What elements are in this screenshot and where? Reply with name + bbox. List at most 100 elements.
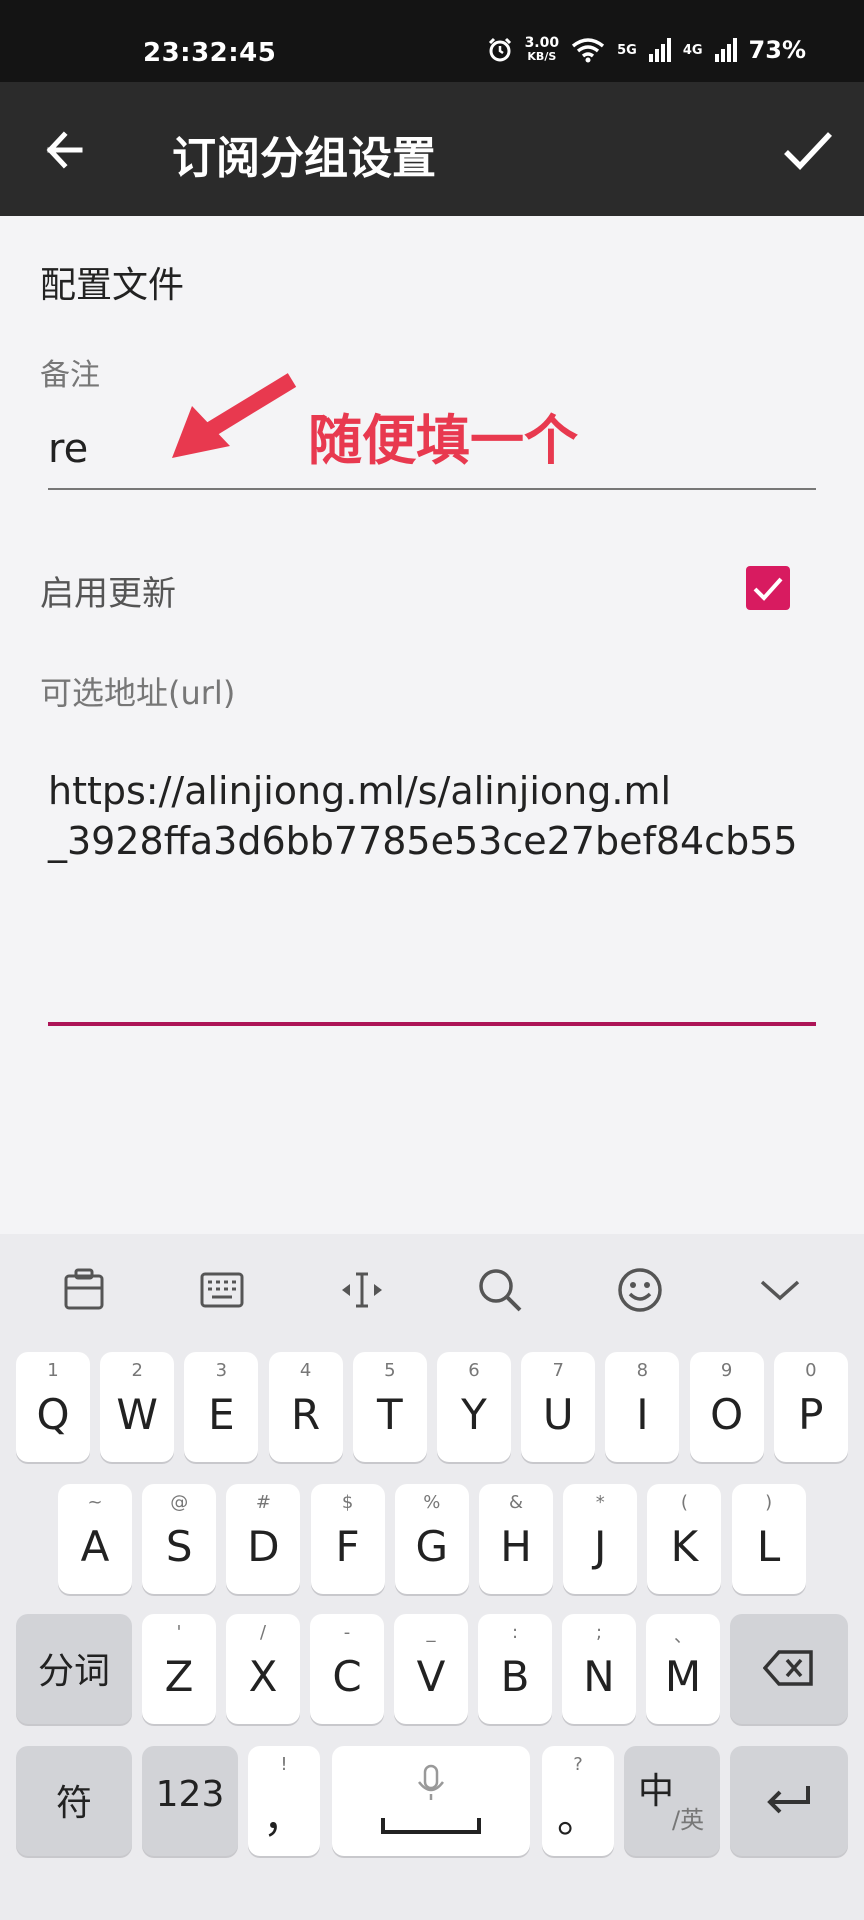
period-key[interactable]: ? 。 [542,1746,614,1856]
numbers-key[interactable]: 123 [142,1746,238,1856]
segment-key[interactable]: 分词 [16,1614,132,1724]
key-s[interactable]: @ S [142,1484,217,1594]
remark-label: 备注 [40,358,100,393]
key-u[interactable]: 7U [521,1352,596,1462]
enter-icon [767,1786,810,1814]
key-sub-label: ( [680,1492,688,1513]
backspace-icon [763,1650,813,1686]
key-label: B [500,1652,530,1701]
key-label: M [664,1652,702,1701]
signal-icon [714,38,737,62]
key-v[interactable]: _ V [394,1614,468,1724]
key-d[interactable]: # D [226,1484,301,1594]
period-key-sub: ? [573,1754,583,1775]
key-l[interactable]: ) L [731,1484,806,1594]
key-r[interactable]: 4R [268,1352,343,1462]
key-sub-label: 0 [805,1360,817,1381]
numbers-key-label: 123 [155,1774,225,1815]
backspace-key[interactable] [730,1614,848,1724]
key-g[interactable]: % G [394,1484,469,1594]
key-a[interactable]: ~ A [58,1484,132,1594]
url-label: 可选地址(url) [40,674,236,712]
key-j[interactable]: * J [563,1484,638,1594]
network-type-5g: 5G [617,42,637,58]
key-sub-label: @ [170,1492,189,1513]
check-icon [753,577,783,601]
key-sub-label: 7 [552,1360,564,1381]
key-c[interactable]: -C [310,1614,384,1724]
alarm-icon [488,37,511,62]
enable-update-checkbox[interactable] [746,566,790,610]
language-switch-sub: /英 [672,1806,705,1834]
key-sub-label: ~ [87,1492,103,1513]
key-sub-label: - [343,1622,351,1643]
key-label: F [335,1522,360,1571]
enter-key[interactable] [730,1746,848,1856]
key-sub-label: 1 [47,1360,59,1381]
key-sub-label: 8 [636,1360,649,1381]
cursor-move-icon[interactable] [336,1264,388,1316]
annotation-arrow-icon [172,373,297,458]
language-switch-main: 中 [638,1771,675,1812]
keyboard-icon[interactable] [196,1264,248,1316]
key-q[interactable]: 1Q [16,1352,90,1462]
emoji-icon[interactable] [614,1264,666,1316]
key-label: A [80,1522,110,1571]
key-label: G [415,1522,449,1571]
section-title: 配置文件 [40,265,185,306]
key-t[interactable]: 5T [352,1352,427,1462]
key-sub-label: ; [595,1622,603,1643]
comma-key-sub: ! [280,1754,288,1775]
key-label: E [208,1390,235,1439]
symbols-key[interactable]: 符 [16,1746,132,1856]
key-label: S [165,1522,193,1571]
key-label: P [798,1390,824,1439]
page-title: 订阅分组设置 [172,133,436,184]
annotation-text: 随便填一个 [308,409,578,472]
key-sub-label: # [255,1492,271,1513]
key-label: Z [164,1652,194,1701]
key-sub-label: _ [426,1622,436,1643]
key-o[interactable]: 9O [689,1352,764,1462]
language-switch-key[interactable]: 中 /英 [624,1746,720,1856]
key-label: U [542,1390,574,1439]
key-sub-label: $ [341,1492,354,1513]
search-icon[interactable] [474,1264,526,1316]
key-label: Y [461,1390,487,1439]
key-label: O [710,1390,744,1439]
microphone-icon [418,1764,444,1800]
chevron-down-icon[interactable] [754,1264,806,1316]
key-label: N [583,1652,615,1701]
network-speed: 3.00 KB/S [525,36,560,63]
key-p[interactable]: 0P [773,1352,848,1462]
key-z[interactable]: ' Z [142,1614,216,1724]
key-k[interactable]: (K [647,1484,722,1594]
clipboard-icon[interactable] [58,1264,110,1316]
key-m[interactable]: 、 M [646,1614,720,1724]
key-f[interactable]: $ F [310,1484,385,1594]
url-input[interactable]: https://alinjiong.ml/s/alinjiong.ml _392… [48,766,816,1026]
comma-key[interactable]: ! ， [248,1746,320,1856]
keyboard-toolbar [0,1234,864,1344]
key-e[interactable]: 3E [184,1352,259,1462]
check-icon[interactable] [780,122,836,178]
key-i[interactable]: 8I [605,1352,680,1462]
key-h[interactable]: & H [479,1484,553,1594]
key-x[interactable]: / X [226,1614,300,1724]
key-sub-label: 2 [131,1360,143,1381]
key-y[interactable]: 6Y [437,1352,511,1462]
key-b[interactable]: :B [478,1614,552,1724]
enable-update-label: 启用更新 [40,574,176,614]
segment-key-label: 分词 [37,1651,110,1692]
key-sub-label: 5 [384,1360,396,1381]
wifi-icon [572,38,605,63]
app-bar: 订阅分组设置 [0,82,864,216]
key-sub-label: 4 [299,1360,312,1381]
key-label: L [756,1522,781,1571]
key-w[interactable]: 2W [100,1352,175,1462]
comma-key-label: ， [262,1793,305,1842]
key-n[interactable]: ; N [562,1614,636,1724]
key-label: X [248,1652,278,1701]
space-key[interactable] [332,1746,530,1856]
arrow-left-icon[interactable] [40,122,96,178]
